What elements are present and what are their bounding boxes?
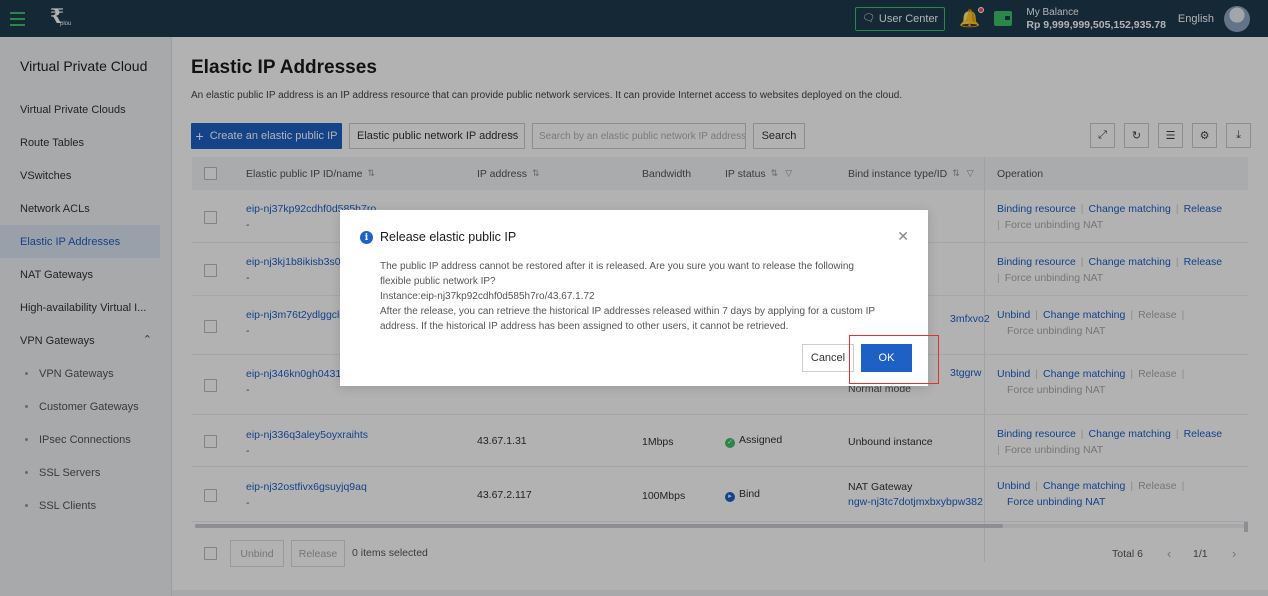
close-icon[interactable]: ✕ [897,228,909,245]
release-eip-dialog: i Release elastic public IP ✕ The public… [340,210,928,386]
ok-button-highlight [849,335,939,384]
info-icon: i [360,231,373,244]
dialog-title: Release elastic public IP [380,230,517,244]
cancel-button[interactable]: Cancel [802,344,854,372]
dialog-body: The public IP address cannot be restored… [380,261,876,332]
